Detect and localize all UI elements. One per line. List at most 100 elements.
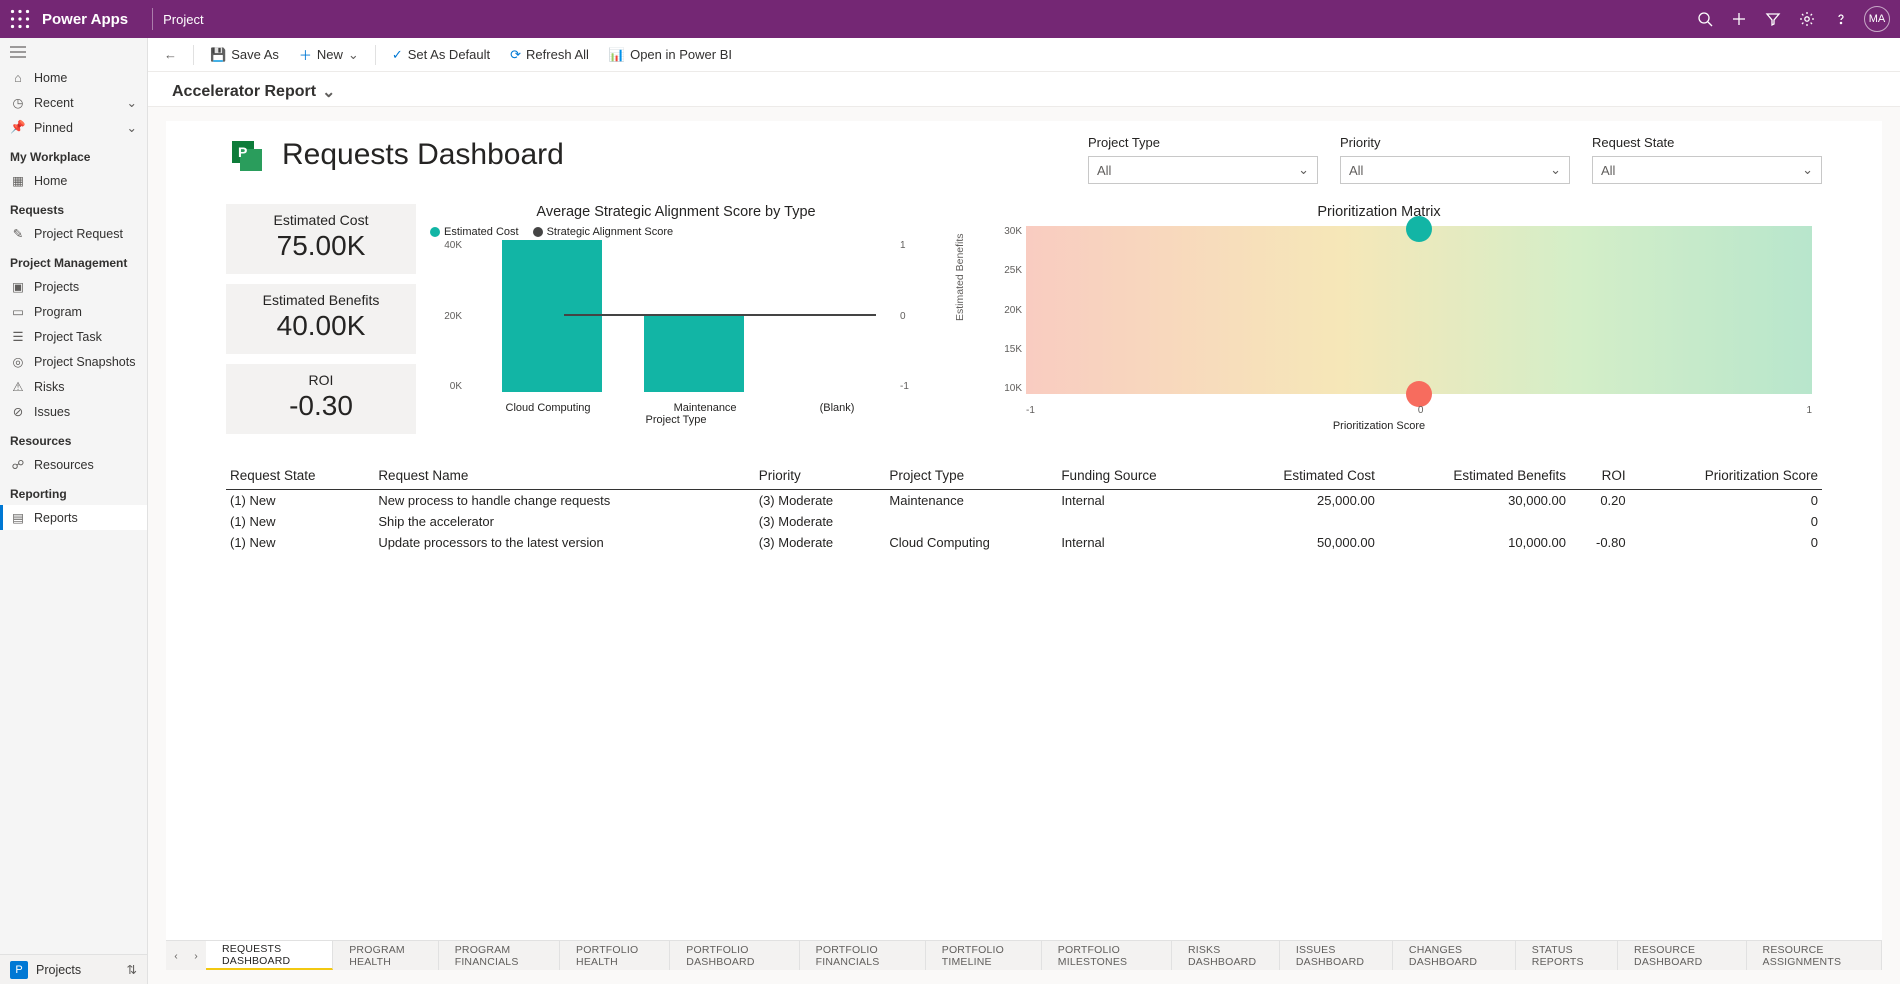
nav-snapshots[interactable]: ◎Project Snapshots (0, 349, 147, 374)
open-powerbi-button[interactable]: 📊Open in Power BI (601, 43, 740, 67)
report-tab[interactable]: PORTFOLIO FINANCIALS (800, 941, 926, 970)
xcat: Cloud Computing (506, 402, 591, 414)
th-fund[interactable]: Funding Source (1057, 462, 1221, 490)
nav-project-request[interactable]: ✎Project Request (0, 221, 147, 246)
table-row[interactable]: (1) NewShip the accelerator(3) Moderate0 (226, 511, 1822, 532)
back-icon: ← (164, 47, 177, 62)
cell-type: Cloud Computing (885, 532, 1057, 553)
page-title-bar[interactable]: Accelerator Report ⌄ (148, 72, 1900, 107)
resource-icon: ☍ (10, 457, 26, 472)
report-tab[interactable]: PROGRAM HEALTH (333, 941, 438, 970)
cell-roi: -0.80 (1570, 532, 1630, 553)
search-icon[interactable] (1688, 2, 1722, 36)
th-priority[interactable]: Priority (755, 462, 886, 490)
back-button[interactable]: ← (156, 43, 185, 66)
report-tab[interactable]: CHANGES DASHBOARD (1393, 941, 1516, 970)
report-tab[interactable]: RESOURCE ASSIGNMENTS (1747, 941, 1882, 970)
bar-maintenance[interactable] (644, 316, 744, 392)
matrix-point-low[interactable] (1406, 381, 1432, 407)
nav-project-task[interactable]: ☰Project Task (0, 324, 147, 349)
cell-fund: Internal (1057, 490, 1221, 512)
th-roi[interactable]: ROI (1570, 462, 1630, 490)
tab-prev-icon[interactable]: ‹ (166, 941, 186, 970)
kpi-roi: ROI -0.30 (226, 364, 416, 434)
mytick: 15K (986, 344, 1022, 355)
cmd-separator (375, 45, 376, 65)
kpi-ben-value: 40.00K (230, 310, 412, 342)
nav-risks[interactable]: ⚠Risks (0, 374, 147, 399)
report-tab[interactable]: ISSUES DASHBOARD (1280, 941, 1393, 970)
filter-icon[interactable] (1756, 2, 1790, 36)
app-context[interactable]: Project (163, 12, 203, 27)
add-icon[interactable] (1722, 2, 1756, 36)
cell-roi: 0.20 (1570, 490, 1630, 512)
matrix-point-high[interactable] (1406, 216, 1432, 242)
bar-chart-title: Average Strategic Alignment Score by Typ… (426, 204, 926, 220)
save-icon: 💾 (210, 47, 226, 63)
th-state[interactable]: Request State (226, 462, 374, 490)
th-pscore[interactable]: Prioritization Score (1630, 462, 1822, 490)
nav-reports[interactable]: ▤Reports (0, 505, 147, 530)
nav-issues[interactable]: ⊘Issues (0, 399, 147, 424)
table-row[interactable]: (1) NewUpdate processors to the latest v… (226, 532, 1822, 553)
task-icon: ☰ (10, 329, 26, 344)
save-as-button[interactable]: 💾Save As (202, 43, 287, 67)
nav-projects[interactable]: ▣Projects (0, 274, 147, 299)
tab-next-icon[interactable]: › (186, 941, 206, 970)
nav-home[interactable]: ⌂Home (0, 66, 147, 90)
legend-dot-score (533, 227, 543, 237)
nav-area-switcher[interactable]: P Projects ⇅ (0, 954, 147, 984)
score-line[interactable] (564, 314, 876, 316)
slicer-state-dropdown[interactable]: All⌄ (1592, 156, 1822, 184)
slicer-state-value: All (1601, 163, 1615, 178)
report-tab[interactable]: RESOURCE DASHBOARD (1618, 941, 1746, 970)
legend-score-label: Strategic Alignment Score (547, 226, 674, 238)
nav-program[interactable]: ▭Program (0, 299, 147, 324)
report-tab[interactable]: RISKS DASHBOARD (1172, 941, 1280, 970)
th-name[interactable]: Request Name (374, 462, 754, 490)
slicer-type-dropdown[interactable]: All⌄ (1088, 156, 1318, 184)
updown-icon: ⇅ (127, 962, 137, 977)
check-icon: ✓ (392, 47, 403, 63)
report-tab[interactable]: PORTFOLIO MILESTONES (1042, 941, 1172, 970)
th-cost[interactable]: Estimated Cost (1221, 462, 1379, 490)
nav-mw-home[interactable]: ▦Home (0, 168, 147, 193)
report-tab[interactable]: REQUESTS DASHBOARD (206, 941, 333, 970)
report-tab[interactable]: PORTFOLIO HEALTH (560, 941, 670, 970)
set-default-button[interactable]: ✓Set As Default (384, 43, 498, 67)
ytick: 0K (432, 381, 462, 392)
app-launcher-icon[interactable] (10, 9, 30, 29)
requests-table[interactable]: Request State Request Name Priority Proj… (226, 462, 1822, 553)
report-tab[interactable]: PROGRAM FINANCIALS (439, 941, 560, 970)
help-icon[interactable] (1824, 2, 1858, 36)
nav-pinned[interactable]: 📌Pinned⌄ (0, 115, 147, 140)
user-avatar[interactable]: MA (1864, 6, 1890, 32)
cmd-separator (193, 45, 194, 65)
nav-recent[interactable]: ◷Recent⌄ (0, 90, 147, 115)
page-title: Accelerator Report (172, 83, 316, 101)
command-bar: ← 💾Save As ＋New⌄ ✓Set As Default ⟳Refres… (148, 38, 1900, 72)
cell-pscore: 0 (1630, 490, 1822, 512)
report-tab[interactable]: PORTFOLIO TIMELINE (926, 941, 1042, 970)
report-tab[interactable]: STATUS REPORTS (1516, 941, 1618, 970)
nav-collapse-icon[interactable] (0, 38, 147, 66)
settings-icon[interactable] (1790, 2, 1824, 36)
cell-state: (1) New (226, 532, 374, 553)
powerbi-icon: 📊 (609, 47, 625, 63)
prioritization-matrix[interactable]: Prioritization Matrix Estimated Benefits… (936, 204, 1822, 434)
table-row[interactable]: (1) NewNew process to handle change requ… (226, 490, 1822, 512)
bar-cloud-computing[interactable] (502, 240, 602, 392)
chevron-down-icon: ⌄ (348, 47, 359, 63)
snapshot-icon: ◎ (10, 354, 26, 369)
slicer-priority-dropdown[interactable]: All⌄ (1340, 156, 1570, 184)
th-ben[interactable]: Estimated Benefits (1379, 462, 1570, 490)
report-tab[interactable]: PORTFOLIO DASHBOARD (670, 941, 799, 970)
refresh-button[interactable]: ⟳Refresh All (502, 43, 597, 67)
cell-priority: (3) Moderate (755, 511, 886, 532)
bar-chart[interactable]: Average Strategic Alignment Score by Typ… (426, 204, 926, 434)
left-navigation: ⌂Home ◷Recent⌄ 📌Pinned⌄ My Workplace ▦Ho… (0, 38, 148, 984)
cell-state: (1) New (226, 490, 374, 512)
new-button[interactable]: ＋New⌄ (291, 41, 367, 68)
th-type[interactable]: Project Type (885, 462, 1057, 490)
nav-resources[interactable]: ☍Resources (0, 452, 147, 477)
